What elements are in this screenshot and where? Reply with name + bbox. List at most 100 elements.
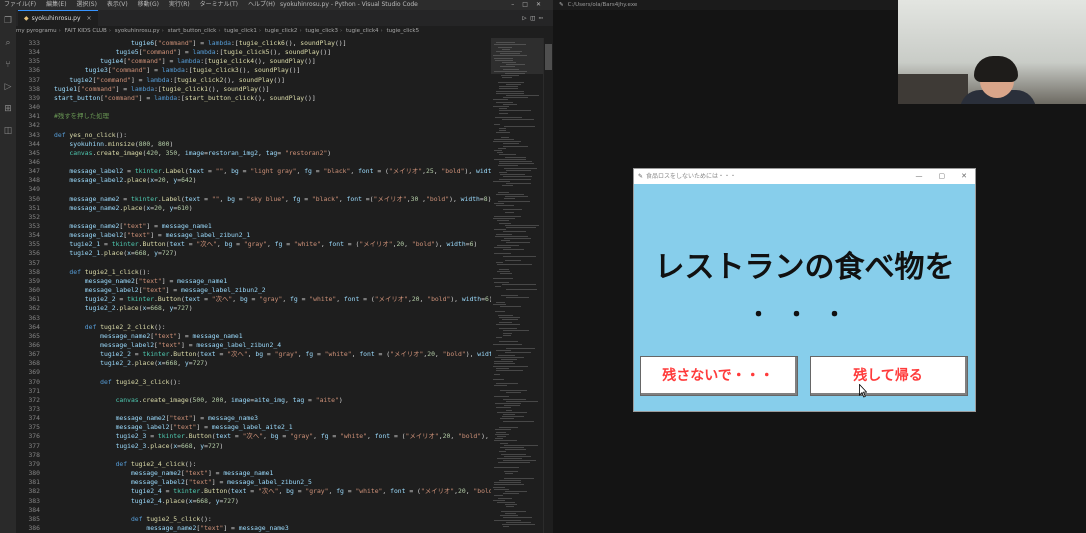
minimap-line: [493, 99, 508, 101]
minimap-line: [494, 246, 511, 248]
chevron-right-icon: ›: [108, 28, 112, 34]
minimap-line: [499, 222, 511, 224]
minimap-line: [500, 515, 518, 517]
close-icon[interactable]: ✕: [961, 172, 967, 180]
minimap-line: [498, 147, 506, 149]
minimap-line: [499, 328, 517, 330]
remote-icon[interactable]: ◫: [3, 126, 13, 136]
minimize-icon[interactable]: –: [511, 1, 522, 8]
minimap-line: [505, 491, 527, 492]
breadcrumb: my pyrogramu › FAIT KIDS CLUB › syokuhinro…: [16, 26, 491, 36]
split-editor-icon[interactable]: ◫: [531, 14, 539, 22]
minimap-line: [505, 260, 521, 261]
minimap-line: [499, 172, 507, 173]
minimap-line: [503, 420, 534, 422]
menu-run[interactable]: 実行(R): [169, 1, 190, 8]
minimap-line: [503, 330, 529, 332]
minimap-line: [493, 499, 505, 501]
chevron-right-icon: ›: [58, 28, 61, 34]
more-icon[interactable]: ⋯: [539, 14, 547, 22]
menu-terminal[interactable]: ターミナル(T): [200, 1, 238, 8]
minimap-line: [494, 150, 502, 151]
menu-selection[interactable]: 選択(S): [76, 1, 97, 8]
source-control-icon[interactable]: ⑂: [3, 60, 13, 70]
minimap-line: [493, 365, 528, 367]
breadcrumb-item[interactable]: tugie_click1: [224, 28, 257, 34]
minimap-line: [499, 108, 507, 110]
breadcrumb-item[interactable]: syokuhinrosu.py: [115, 28, 160, 34]
breadcrumb-item[interactable]: tugie_click2: [265, 28, 298, 34]
minimap-line: [493, 180, 510, 182]
extensions-icon[interactable]: ⊞: [3, 104, 13, 114]
dont-leave-food-button[interactable]: 残さないで・・・: [640, 356, 798, 396]
explorer-icon[interactable]: ❐: [3, 16, 13, 26]
minimap-line: [495, 438, 503, 440]
minimap-line: [493, 378, 504, 380]
minimap-line: [504, 198, 515, 200]
menu-help[interactable]: ヘルプ(H): [248, 1, 275, 8]
chevron-right-icon: ›: [161, 28, 164, 34]
scrollbar-thumb[interactable]: [545, 44, 552, 70]
minimap-line: [503, 249, 524, 250]
breadcrumb-item[interactable]: tugie_click3: [305, 28, 338, 34]
minimap-line: [503, 517, 532, 519]
minimap-line: [500, 174, 525, 176]
minimize-icon[interactable]: —: [916, 172, 923, 180]
minimap-line: [502, 319, 518, 321]
breadcrumb-item[interactable]: tugie_click5: [386, 28, 419, 34]
menu-go[interactable]: 移動(G): [138, 1, 159, 8]
minimap-line: [494, 361, 513, 363]
minimap-line: [499, 341, 518, 343]
minimap-line: [503, 97, 528, 99]
minimap-line: [503, 493, 519, 495]
code-editor[interactable]: 333 tugie6["command"] = lambda:[tugie_cl…: [16, 38, 491, 533]
minimap-line: [498, 191, 509, 193]
minimap-line: [499, 154, 516, 156]
chevron-right-icon: ›: [299, 28, 302, 34]
leave-food-button[interactable]: 残して帰る: [810, 356, 968, 396]
close-icon[interactable]: ✕: [536, 1, 549, 8]
minimap-line: [505, 224, 539, 226]
close-tab-icon[interactable]: ×: [87, 15, 92, 22]
minimap-line: [506, 183, 531, 184]
tab-label: syokuhinrosu.py: [31, 15, 81, 22]
minimap-line: [499, 128, 506, 129]
minimap-line: [505, 156, 526, 158]
minimap-line: [506, 242, 530, 244]
minimap[interactable]: [491, 38, 543, 533]
minimap-line: [493, 218, 515, 220]
menu-file[interactable]: ファイル(F): [4, 1, 36, 8]
minimap-line: [494, 158, 526, 160]
minimap-line: [493, 141, 521, 143]
feather-icon: ✎: [559, 2, 564, 8]
minimap-line: [498, 200, 530, 202]
breadcrumb-item[interactable]: tugie_click4: [346, 28, 379, 34]
editor-actions: ▷◫⋯: [522, 10, 547, 26]
minimap-line: [499, 480, 521, 481]
editor-scrollbar[interactable]: [543, 38, 553, 533]
maximize-icon[interactable]: ▢: [939, 172, 946, 180]
minimap-line: [503, 231, 526, 233]
breadcrumb-item[interactable]: my pyrogramu: [16, 28, 57, 34]
minimap-line: [500, 447, 524, 448]
minimap-line: [504, 477, 534, 479]
run-debug-icon[interactable]: ▷: [3, 82, 13, 92]
background-window-titlebar[interactable]: ✎ C:/Users/ola/Bars4jhy.exe: [553, 0, 898, 10]
run-icon[interactable]: ▷: [522, 14, 530, 22]
tab-syokuhinrosu[interactable]: ◆ syokuhinrosu.py ×: [18, 10, 98, 26]
menu-view[interactable]: 表示(V): [107, 1, 128, 8]
minimap-line: [505, 449, 526, 451]
breadcrumb-item[interactable]: FAIT KIDS CLUB: [65, 28, 107, 34]
minimap-line: [506, 288, 537, 290]
webcam-shelf: [898, 74, 968, 104]
minimap-line: [496, 301, 505, 303]
maximize-icon[interactable]: □: [522, 1, 536, 8]
menu-edit[interactable]: 編集(E): [46, 1, 66, 8]
tk-titlebar[interactable]: ✎ 食品ロスをしないためには・・・ — ▢ ✕: [634, 169, 975, 184]
minimap-line: [496, 383, 518, 385]
breadcrumb-item[interactable]: start_button_click: [168, 28, 217, 34]
minimap-line: [493, 486, 505, 488]
minimap-viewport[interactable]: [491, 38, 543, 74]
minimap-line: [496, 337, 502, 338]
search-icon[interactable]: ⌕: [3, 38, 13, 48]
